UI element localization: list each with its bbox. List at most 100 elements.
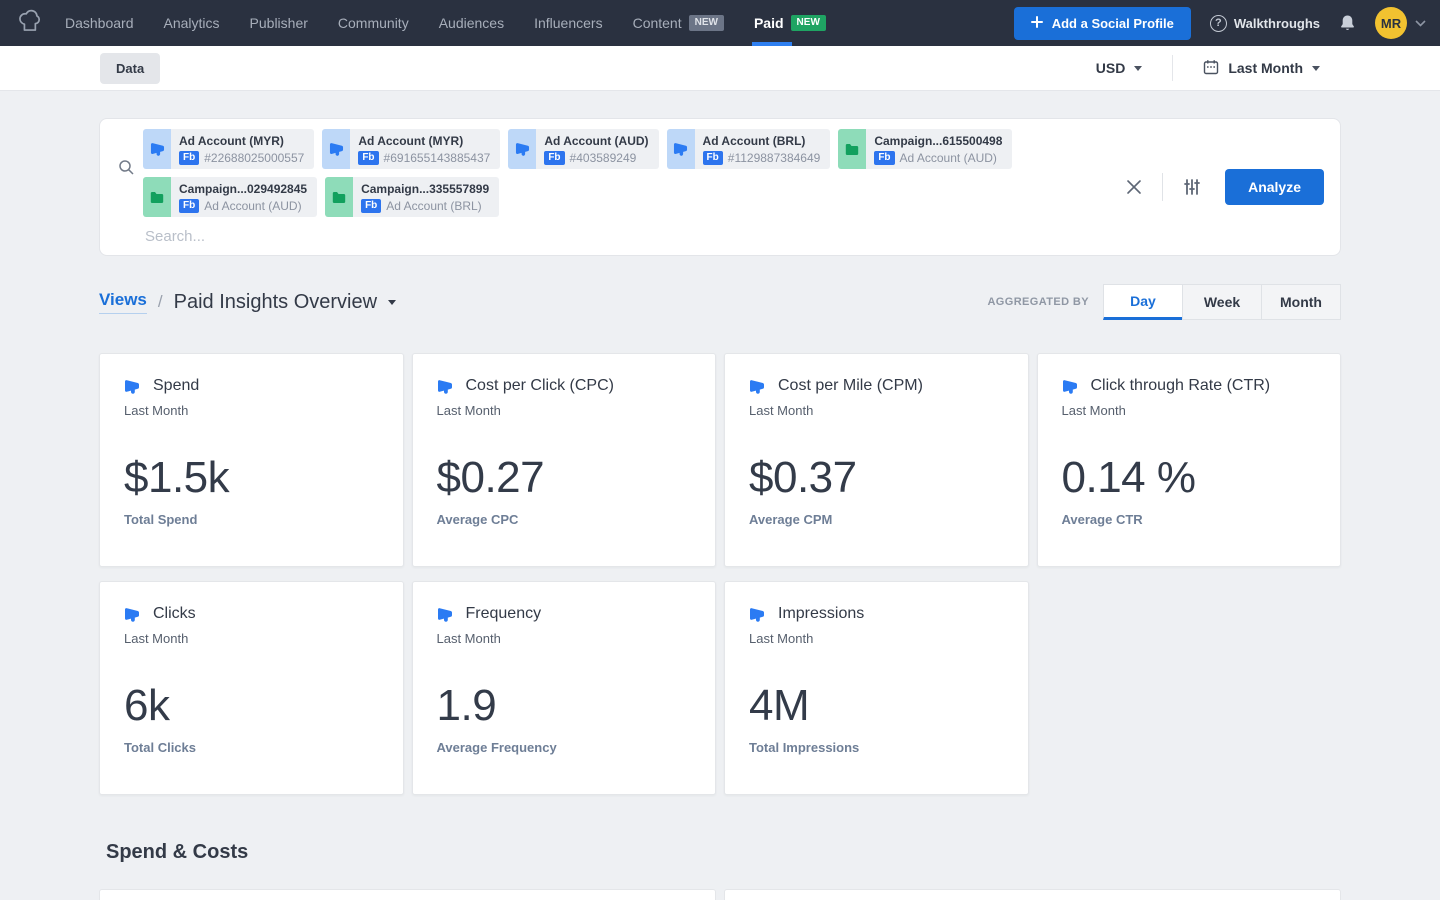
chip-subtitle: #691655143885437 (384, 151, 491, 165)
app-logo[interactable] (16, 7, 43, 39)
nav-label: Audiences (439, 15, 504, 31)
actions-divider (1162, 173, 1163, 201)
profile-filter-card: Ad Account (MYR) Fb #22688025000557 Ad A… (99, 118, 1341, 256)
top-navigation: Dashboard Analytics Publisher Community … (0, 0, 1440, 46)
chart-cards-grid: Spend Last Month Aggregated by Day CPC L… (99, 889, 1341, 900)
chip-body: Campaign...335557899 Fb Ad Account (BRL) (353, 177, 499, 217)
aggregated-by-label: AGGREGATED BY (987, 296, 1089, 308)
nav-label: Community (338, 15, 409, 31)
card-title: Impressions (778, 605, 864, 623)
currency-dropdown[interactable]: USD (1096, 60, 1143, 76)
metric-label: Average CPC (437, 512, 692, 527)
notifications-bell-icon[interactable] (1339, 14, 1356, 32)
chip-title: Ad Account (BRL) (703, 134, 821, 148)
date-range-dropdown[interactable]: Last Month (1203, 59, 1320, 78)
current-view-dropdown[interactable]: Paid Insights Overview (174, 291, 396, 314)
chip-subtitle: Ad Account (BRL) (386, 199, 481, 213)
card-period: Last Month (749, 403, 1004, 418)
megaphone-icon (322, 129, 350, 169)
nav-label: Content (633, 15, 682, 31)
megaphone-icon (1062, 379, 1078, 394)
nav-item-paid[interactable]: Paid NEW (754, 0, 826, 46)
profile-chip-ad-account[interactable]: Ad Account (AUD) Fb #403589249 (508, 129, 658, 169)
nav-label: Analytics (164, 15, 220, 31)
card-period: Last Month (437, 403, 692, 418)
chef-hat-icon (16, 7, 43, 39)
nav-item-content[interactable]: Content NEW (633, 0, 724, 46)
sliders-icon (1183, 178, 1201, 196)
metric-label: Average CPM (749, 512, 1004, 527)
chip-body: Campaign...615500498 Fb Ad Account (AUD) (866, 129, 1012, 169)
metric-card-impressions: Impressions Last Month 4M Total Impressi… (724, 581, 1029, 795)
chip-body: Ad Account (AUD) Fb #403589249 (536, 129, 658, 169)
chip-subtitle: #1129887384649 (728, 151, 821, 165)
megaphone-icon (508, 129, 536, 169)
megaphone-icon (124, 607, 140, 622)
nav-item-audiences[interactable]: Audiences (439, 0, 504, 46)
chip-subtitle: Ad Account (AUD) (900, 151, 997, 165)
facebook-badge: Fb (544, 151, 564, 165)
facebook-badge: Fb (361, 199, 381, 213)
avatar: MR (1375, 7, 1407, 39)
add-social-profile-button[interactable]: Add a Social Profile (1014, 7, 1191, 40)
nav-label: Dashboard (65, 15, 134, 31)
nav-item-analytics[interactable]: Analytics (164, 0, 220, 46)
profile-chip-campaign[interactable]: Campaign...029492845 Fb Ad Account (AUD) (143, 177, 317, 217)
nav-item-publisher[interactable]: Publisher (250, 0, 308, 46)
search-icon (118, 159, 135, 245)
breadcrumb-separator: / (158, 292, 163, 312)
tab-data[interactable]: Data (100, 53, 160, 84)
metric-value: 6k (124, 681, 379, 731)
profile-chip-ad-account[interactable]: Ad Account (BRL) Fb #1129887384649 (667, 129, 831, 169)
aggregation-tab-day[interactable]: Day (1103, 284, 1183, 320)
nav-item-dashboard[interactable]: Dashboard (65, 0, 134, 46)
chip-title: Campaign...615500498 (874, 134, 1002, 148)
chip-body: Ad Account (MYR) Fb #22688025000557 (171, 129, 314, 169)
walkthroughs-button[interactable]: Walkthroughs (1210, 15, 1320, 32)
aggregation-tab-week[interactable]: Week (1182, 284, 1262, 320)
search-input[interactable] (143, 217, 563, 245)
secondary-toolbar: Data USD Last Month (0, 46, 1440, 91)
user-menu[interactable]: MR (1375, 7, 1426, 39)
metric-card-spend: Spend Last Month $1.5k Total Spend (99, 353, 404, 567)
filter-settings-button[interactable] (1179, 174, 1205, 200)
megaphone-icon (749, 607, 765, 622)
card-title: Click through Rate (CTR) (1091, 377, 1271, 395)
metric-card-frequency: Frequency Last Month 1.9 Average Frequen… (412, 581, 717, 795)
metric-value: 1.9 (437, 681, 692, 731)
caret-down-icon (388, 300, 396, 305)
new-badge: NEW (689, 15, 724, 31)
chip-title: Campaign...335557899 (361, 182, 489, 196)
metric-card-ctr: Click through Rate (CTR) Last Month 0.14… (1037, 353, 1342, 567)
chevron-down-icon (1415, 14, 1426, 32)
nav-item-community[interactable]: Community (338, 0, 409, 46)
profile-chip-ad-account[interactable]: Ad Account (MYR) Fb #691655143885437 (322, 129, 500, 169)
clear-selection-button[interactable] (1122, 175, 1146, 199)
facebook-badge: Fb (703, 151, 723, 165)
chart-card-spend: Spend Last Month Aggregated by Day (99, 889, 716, 900)
card-title: Frequency (466, 605, 542, 623)
profile-chip-ad-account[interactable]: Ad Account (MYR) Fb #22688025000557 (143, 129, 314, 169)
metric-card-clicks: Clicks Last Month 6k Total Clicks (99, 581, 404, 795)
aggregation-tab-month[interactable]: Month (1261, 284, 1341, 320)
facebook-badge: Fb (179, 151, 199, 165)
nav-label: Publisher (250, 15, 308, 31)
nav-item-influencers[interactable]: Influencers (534, 0, 602, 46)
chart-card-cpc: CPC Last Month Aggregated by Day (724, 889, 1341, 900)
add-social-profile-label: Add a Social Profile (1052, 16, 1174, 31)
analyze-button[interactable]: Analyze (1225, 169, 1324, 205)
section-title-spend-costs: Spend & Costs (106, 841, 1440, 864)
profile-chip-campaign[interactable]: Campaign...335557899 Fb Ad Account (BRL) (325, 177, 499, 217)
folder-icon (838, 129, 866, 169)
profile-chip-campaign[interactable]: Campaign...615500498 Fb Ad Account (AUD) (838, 129, 1012, 169)
megaphone-icon (749, 379, 765, 394)
profile-chips: Ad Account (MYR) Fb #22688025000557 Ad A… (143, 129, 1122, 217)
chip-title: Ad Account (MYR) (358, 134, 490, 148)
views-breadcrumb-link[interactable]: Views (99, 290, 147, 314)
chip-body: Campaign...029492845 Fb Ad Account (AUD) (171, 177, 317, 217)
chip-subtitle: #403589249 (570, 151, 637, 165)
view-header-row: Views / Paid Insights Overview AGGREGATE… (99, 284, 1341, 320)
chip-subtitle: #22688025000557 (204, 151, 304, 165)
aggregation-tabs: Day Week Month (1104, 284, 1341, 320)
facebook-badge: Fb (179, 199, 199, 213)
